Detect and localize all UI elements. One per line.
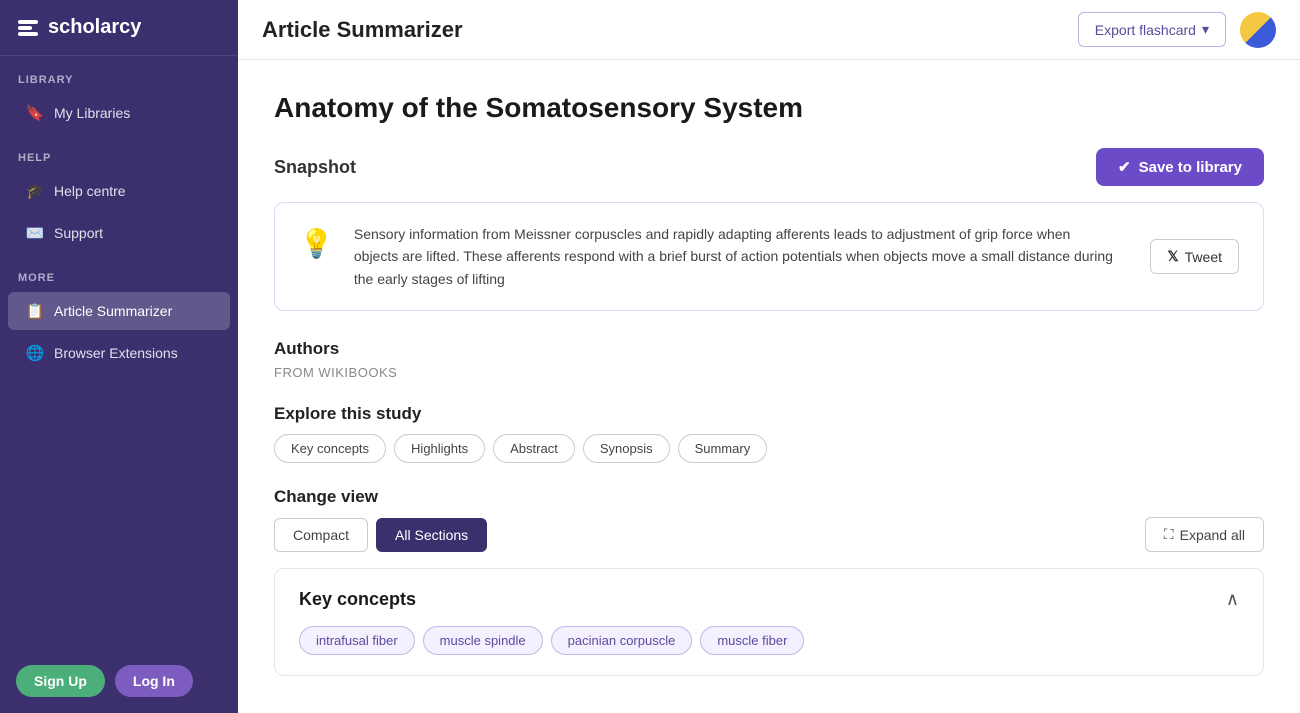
all-sections-view-button[interactable]: All Sections [376, 518, 487, 552]
sidebar-item-article-summarizer[interactable]: 📋 Article Summarizer [8, 292, 230, 330]
x-icon: 𝕏 [1167, 248, 1178, 265]
tag-muscle-spindle[interactable]: muscle spindle [423, 626, 543, 655]
page-title: Article Summarizer [262, 17, 463, 43]
topbar: Article Summarizer Export flashcard ▾ [238, 0, 1300, 60]
bookmark-icon: 🔖 [26, 104, 44, 122]
key-concept-tags-row: intrafusal fiber muscle spindle pacinian… [299, 626, 1239, 655]
save-to-library-button[interactable]: ✔ Save to library [1096, 148, 1264, 186]
export-label: Export flashcard [1095, 22, 1196, 38]
explore-chips-row: Key concepts Highlights Abstract Synopsi… [274, 434, 1264, 463]
key-concepts-title: Key concepts [299, 589, 416, 610]
expand-all-button[interactable]: ⛶ Expand all [1145, 517, 1264, 552]
sidebar-item-browser-extensions[interactable]: 🌐 Browser Extensions [8, 334, 230, 372]
snapshot-label: Snapshot [274, 157, 356, 178]
library-section-label: LIBRARY [0, 56, 238, 92]
view-row: Compact All Sections ⛶ Expand all [274, 517, 1264, 552]
tweet-button[interactable]: 𝕏 Tweet [1150, 239, 1239, 274]
key-concepts-section: Key concepts ∧ intrafusal fiber muscle s… [274, 568, 1264, 676]
expand-all-label: Expand all [1180, 527, 1245, 543]
snapshot-box: 💡 Sensory information from Meissner corp… [274, 202, 1264, 311]
change-view-section: Change view Compact All Sections ⛶ Expan… [274, 487, 1264, 552]
main-area: Article Summarizer Export flashcard ▾ An… [238, 0, 1300, 713]
sidebar-bottom: Sign Up Log In [0, 649, 238, 713]
chip-key-concepts[interactable]: Key concepts [274, 434, 386, 463]
sidebar-item-label: Article Summarizer [54, 303, 172, 319]
sidebar-item-label: Browser Extensions [54, 345, 178, 361]
sidebar-item-support[interactable]: ✉️ Support [8, 214, 230, 252]
theme-toggle-button[interactable] [1240, 12, 1276, 48]
snapshot-row: Snapshot ✔ Save to library [274, 148, 1264, 186]
snapshot-text: Sensory information from Meissner corpus… [354, 223, 1114, 290]
chip-synopsis[interactable]: Synopsis [583, 434, 670, 463]
sidebar: scholarcy LIBRARY 🔖 My Libraries HELP 🎓 … [0, 0, 238, 713]
sidebar-item-label: Help centre [54, 183, 126, 199]
chip-summary[interactable]: Summary [678, 434, 768, 463]
chip-highlights[interactable]: Highlights [394, 434, 485, 463]
expand-icon: ⛶ [1164, 526, 1174, 543]
help-section-label: HELP [0, 134, 238, 170]
sidebar-item-my-libraries[interactable]: 🔖 My Libraries [8, 94, 230, 132]
article-title: Anatomy of the Somatosensory System [274, 92, 1264, 124]
compact-view-button[interactable]: Compact [274, 518, 368, 552]
content-area: Anatomy of the Somatosensory System Snap… [238, 60, 1300, 713]
sidebar-item-label: Support [54, 225, 103, 241]
chevron-down-icon: ▾ [1202, 21, 1209, 38]
envelope-icon: ✉️ [26, 224, 44, 242]
tag-muscle-fiber[interactable]: muscle fiber [700, 626, 804, 655]
article-container: Anatomy of the Somatosensory System Snap… [238, 60, 1300, 708]
export-flashcard-button[interactable]: Export flashcard ▾ [1078, 12, 1226, 47]
tweet-label: Tweet [1185, 249, 1222, 265]
chevron-up-icon[interactable]: ∧ [1226, 589, 1239, 610]
globe-icon: 🌐 [26, 344, 44, 362]
topbar-actions: Export flashcard ▾ [1078, 12, 1276, 48]
more-section-label: MORE [0, 254, 238, 290]
tag-pacinian-corpuscle[interactable]: pacinian corpuscle [551, 626, 693, 655]
sidebar-item-label: My Libraries [54, 105, 130, 121]
graduation-icon: 🎓 [26, 182, 44, 200]
logo-text: scholarcy [48, 16, 141, 39]
tag-intrafusal-fiber[interactable]: intrafusal fiber [299, 626, 415, 655]
sidebar-item-help-centre[interactable]: 🎓 Help centre [8, 172, 230, 210]
bulb-icon: 💡 [299, 227, 334, 260]
authors-from: FROM WIKIBOOKS [274, 365, 1264, 380]
explore-title: Explore this study [274, 404, 1264, 424]
signup-button[interactable]: Sign Up [16, 665, 105, 697]
logo-icon [18, 20, 38, 36]
article-icon: 📋 [26, 302, 44, 320]
chip-abstract[interactable]: Abstract [493, 434, 575, 463]
authors-section: Authors FROM WIKIBOOKS [274, 339, 1264, 380]
authors-title: Authors [274, 339, 1264, 359]
all-sections-label: All Sections [395, 527, 468, 543]
explore-section: Explore this study Key concepts Highligh… [274, 404, 1264, 463]
sidebar-header: scholarcy [0, 0, 238, 56]
login-button[interactable]: Log In [115, 665, 193, 697]
key-concepts-header: Key concepts ∧ [299, 589, 1239, 610]
compact-label: Compact [293, 527, 349, 543]
change-view-title: Change view [274, 487, 1264, 507]
save-label: Save to library [1139, 159, 1242, 176]
checkmark-icon: ✔ [1118, 158, 1131, 176]
